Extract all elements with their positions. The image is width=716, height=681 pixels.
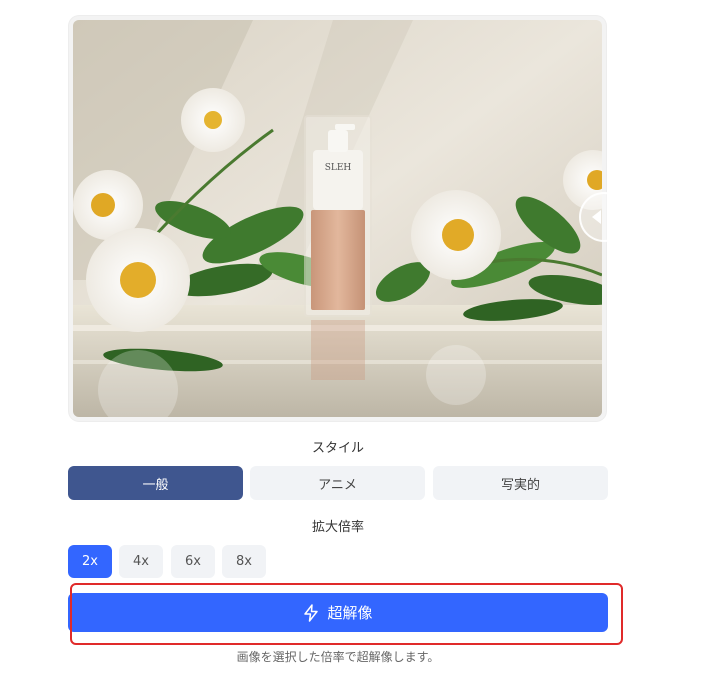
super-resolution-button[interactable]: 超解像 (68, 593, 608, 632)
scale-option-6x[interactable]: 6x (171, 545, 215, 578)
compare-slider-handle[interactable] (579, 192, 629, 242)
scale-option-2x[interactable]: 2x (68, 545, 112, 578)
scale-option-8x[interactable]: 8x (222, 545, 266, 578)
scale-section-label: 拡大倍率 (311, 520, 364, 535)
style-option-anime[interactable]: アニメ (250, 466, 425, 500)
super-resolution-label: 超解像 (327, 604, 373, 622)
bottle-label-text: SLEH (325, 163, 352, 173)
arrow-left-icon (592, 210, 601, 224)
style-option-realistic[interactable]: 写実的 (433, 466, 608, 500)
hint-text: 画像を選択した倍率で超解像します。 (236, 650, 440, 664)
scale-option-4x[interactable]: 4x (119, 545, 163, 578)
preview-photo: SLEH (73, 20, 602, 417)
lightning-icon (303, 603, 319, 622)
style-section-label: スタイル (311, 441, 364, 456)
style-option-general[interactable]: 一般 (68, 466, 243, 500)
image-preview: SLEH (69, 16, 629, 421)
